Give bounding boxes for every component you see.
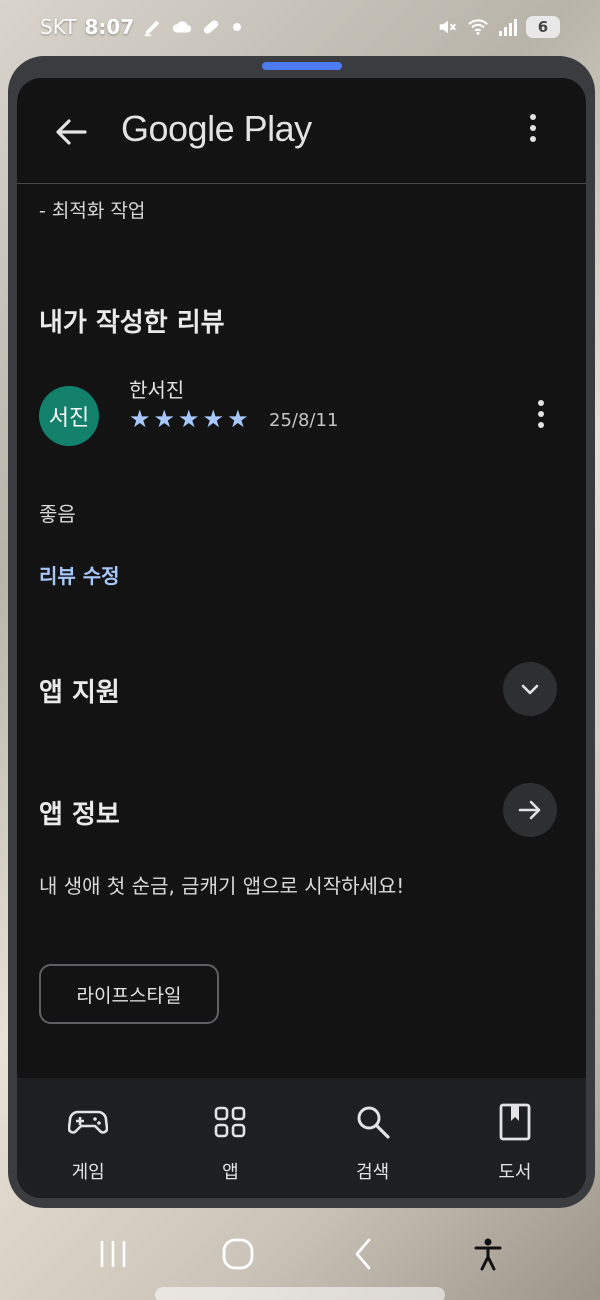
nav-label: 도서 <box>498 1162 532 1183</box>
dot-icon <box>233 23 242 31</box>
play-store-app: Google Play - 최적화 작업 내가 작성한 리뷰 서진 한서진 ★ … <box>17 78 586 1198</box>
dot <box>538 400 544 406</box>
signal-icon <box>499 19 517 36</box>
status-bar: SKT 8:07 6 <box>0 0 600 54</box>
dot <box>538 411 544 417</box>
about-app-heading[interactable]: 앱 정보 <box>39 794 120 831</box>
battery-icon: 6 <box>526 16 560 38</box>
nav-label: 게임 <box>71 1162 105 1183</box>
gamepad-icon <box>68 1102 109 1142</box>
dot <box>538 422 544 428</box>
star-icon: ★ <box>227 405 249 433</box>
wifi-icon <box>468 19 488 35</box>
nav-item-apps[interactable]: 앱 <box>159 1078 301 1198</box>
back-chevron-icon <box>355 1238 370 1270</box>
recents-icon <box>100 1241 125 1267</box>
battery-level: 6 <box>537 18 549 36</box>
star-rating: ★ ★ ★ ★ ★ <box>129 406 249 432</box>
apps-grid-icon <box>210 1102 250 1142</box>
app-support-expand-button[interactable] <box>503 662 557 716</box>
avatar-text: 서진 <box>48 406 90 431</box>
more-vert-icon[interactable] <box>523 114 543 150</box>
book-icon <box>495 1102 535 1142</box>
star-icon: ★ <box>129 405 151 433</box>
popup-window: Google Play - 최적화 작업 내가 작성한 리뷰 서진 한서진 ★ … <box>8 56 595 1208</box>
home-icon <box>222 1238 253 1270</box>
review-text: 좋음 <box>39 502 76 526</box>
review-more-vert-icon[interactable] <box>533 400 549 436</box>
mute-icon <box>439 20 456 34</box>
edit-icon <box>144 20 160 37</box>
reviewer-name: 한서진 <box>129 378 185 402</box>
cloud-icon <box>173 21 192 33</box>
app-bar: Google Play <box>17 78 586 184</box>
clock: 8:07 <box>84 15 135 39</box>
dot <box>530 136 536 142</box>
window-drag-handle[interactable] <box>262 62 342 70</box>
carrier-label: SKT <box>40 15 77 39</box>
star-icon: ★ <box>153 405 176 433</box>
about-app-button[interactable] <box>503 783 557 837</box>
chevron-down-icon <box>521 684 539 695</box>
search-icon <box>353 1102 393 1142</box>
edit-review-button[interactable]: 리뷰 수정 <box>39 560 120 589</box>
bottom-nav: 게임 앱 검색 도서 <box>17 1078 586 1198</box>
back-button[interactable] <box>339 1230 387 1278</box>
accessibility-button[interactable] <box>464 1230 512 1278</box>
home-button[interactable] <box>214 1230 262 1278</box>
arrow-left-icon[interactable] <box>51 112 91 152</box>
avatar: 서진 <box>39 386 99 446</box>
star-icon: ★ <box>202 405 225 433</box>
nav-item-search[interactable]: 검색 <box>302 1078 444 1198</box>
status-left: SKT 8:07 <box>40 15 134 39</box>
dot <box>530 125 536 131</box>
nav-item-games[interactable]: 게임 <box>17 1078 159 1198</box>
review-date: 25/8/11 <box>269 410 339 431</box>
whats-new-text: - 최적화 작업 <box>39 200 146 222</box>
arrow-right-icon <box>518 800 541 820</box>
dot <box>530 114 536 120</box>
recents-button[interactable] <box>89 1230 137 1278</box>
category-label: 라이프스타일 <box>76 984 182 1007</box>
category-chip[interactable]: 라이프스타일 <box>39 964 219 1024</box>
gesture-pill <box>155 1287 445 1300</box>
notification-icons <box>142 16 246 38</box>
accessibility-icon <box>474 1238 501 1271</box>
my-review-heading: 내가 작성한 리뷰 <box>39 308 225 338</box>
star-icon: ★ <box>178 405 200 433</box>
app-title: Google Play <box>121 108 312 149</box>
nav-label: 검색 <box>356 1162 390 1183</box>
app-description: 내 생애 첫 순금, 금캐기 앱으로 시작하세요! <box>39 874 405 898</box>
pill-icon <box>204 20 219 34</box>
status-right: 6 <box>436 16 560 38</box>
app-support-heading[interactable]: 앱 지원 <box>39 672 120 709</box>
nav-item-books[interactable]: 도서 <box>444 1078 586 1198</box>
nav-label: 앱 <box>222 1162 239 1183</box>
